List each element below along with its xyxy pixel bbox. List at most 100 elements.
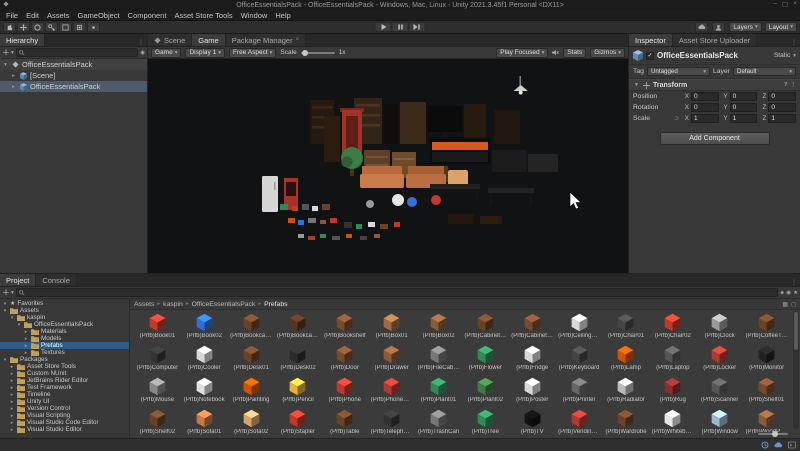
close-button[interactable]: × [793, 0, 797, 8]
display-target-dropdown[interactable]: Game ▾ [151, 47, 182, 58]
tab-package-manager[interactable]: Package Manager × [225, 34, 307, 46]
game-viewport[interactable] [148, 54, 628, 278]
asset-grid-item[interactable]: (Prfb)Box02 [415, 312, 462, 342]
asset-grid-item[interactable]: (Prfb)VendingMachine [556, 408, 603, 438]
pause-button[interactable] [391, 22, 409, 32]
position-y-field[interactable]: 0 [729, 92, 758, 101]
project-tree-item[interactable]: ▸ Version Control [0, 405, 129, 412]
mute-audio-icon[interactable] [552, 49, 560, 56]
asset-grid-item[interactable]: (Prfb)TrashCan [415, 408, 462, 438]
play-focused-dropdown[interactable]: Play Focused ▾ [496, 47, 549, 58]
foldout-arrow-icon[interactable]: ▾ [2, 308, 8, 314]
foldout-arrow-icon[interactable]: ▸ [9, 385, 15, 391]
panel-menu-icon[interactable]: ⋮ [788, 279, 800, 286]
asset-grid-item[interactable]: (Prfb)PhoneBooth [368, 376, 415, 406]
hand-tool-button[interactable] [3, 22, 16, 32]
search-by-type-icon[interactable]: ◈ [780, 290, 784, 296]
asset-grid-item[interactable]: (Prfb)Cabinet01 [462, 312, 509, 342]
foldout-arrow-icon[interactable]: ▸ [9, 364, 15, 370]
move-tool-button[interactable] [17, 22, 30, 32]
asset-grid-item[interactable]: (Prfb)Scanner [696, 376, 743, 406]
asset-grid-item[interactable]: (Prfb)Computer [134, 344, 181, 374]
project-tree-item[interactable]: ▸ Materials [0, 328, 129, 335]
asset-grid-item[interactable]: (Prfb)Door [321, 344, 368, 374]
scale-x-field[interactable]: 1 [691, 114, 719, 123]
gameobject-name-field[interactable]: OfficeEssentialsPack [657, 51, 771, 60]
menu-item-file[interactable]: File [2, 11, 22, 20]
asset-grid-item[interactable]: (Prfb)Radiator [603, 376, 650, 406]
thumbnail-zoom-slider[interactable] [756, 431, 790, 437]
asset-grid-item[interactable]: (Prfb)Pencil [275, 376, 322, 406]
project-search-input[interactable] [15, 288, 779, 297]
foldout-arrow-icon[interactable]: ▸ [23, 329, 29, 335]
asset-grid-item[interactable]: (Prfb)Rug [649, 376, 696, 406]
breadcrumb-item[interactable]: kaspin [163, 301, 183, 308]
close-icon[interactable]: × [296, 37, 300, 43]
transform-tool-button[interactable] [73, 22, 86, 32]
menu-item-component[interactable]: Component [124, 11, 171, 20]
asset-grid-item[interactable]: (Prfb)Window [696, 408, 743, 438]
aspect-dropdown[interactable]: Free Aspect ▾ [228, 47, 277, 58]
asset-grid-item[interactable]: (Prfb)Table [321, 408, 368, 438]
position-z-field[interactable]: 0 [768, 92, 797, 101]
rect-tool-button[interactable] [59, 22, 72, 32]
foldout-arrow-icon[interactable]: ▾ [2, 62, 9, 68]
tab-hierarchy[interactable]: Hierarchy [0, 34, 46, 46]
asset-grid-item[interactable]: (Prfb)CeilingLamp [556, 312, 603, 342]
transform-component-header[interactable]: ▾ Transform ? ⋮ [629, 79, 800, 91]
scale-y-field[interactable]: 1 [729, 114, 758, 123]
foldout-arrow-icon[interactable]: ▸ [23, 336, 29, 342]
project-tree-item[interactable]: ▸ JetBrains Rider Editor [0, 377, 129, 384]
asset-grid-item[interactable]: (Prfb)Plant01 [415, 376, 462, 406]
asset-grid-item[interactable]: (Prfb)Book01 [134, 312, 181, 342]
project-tree-item[interactable]: ▾ Assets [0, 307, 129, 314]
asset-grid-item[interactable]: (Prfb)Book02 [181, 312, 228, 342]
gizmos-dropdown[interactable]: Gizmos ▾ [590, 47, 625, 58]
tag-dropdown[interactable]: Untagged ▾ [646, 67, 710, 76]
project-tree-item[interactable]: ▸ Custom NUnit [0, 370, 129, 377]
asset-grid-item[interactable]: (Prfb)Stapler [275, 408, 322, 438]
asset-grid-item[interactable]: (Prfb)Bookcase02 [275, 312, 322, 342]
layout-dropdown[interactable]: Layout ▾ [764, 22, 797, 32]
foldout-arrow-icon[interactable]: ▾ [633, 82, 640, 88]
asset-grid-item[interactable]: (Prfb)FileCabinet [415, 344, 462, 374]
project-tree-item[interactable]: ▸ Timeline [0, 391, 129, 398]
create-button[interactable]: ＋ ▾ [2, 47, 14, 58]
hierarchy-item[interactable]: ▸ OfficeEssentialsPack [0, 81, 147, 92]
project-tree-item[interactable]: ▸ Prefabs [0, 342, 129, 349]
position-x-field[interactable]: 0 [691, 92, 719, 101]
foldout-arrow-icon[interactable]: ▸ [9, 420, 15, 426]
asset-grid-item[interactable]: (Prfb)Tree [462, 408, 509, 438]
tab-console[interactable]: Console [36, 274, 77, 286]
scale-slider-thumb[interactable] [301, 49, 308, 56]
breadcrumb-item[interactable]: OfficeEssentialsPack [192, 301, 256, 308]
tab-game[interactable]: Game [192, 34, 226, 46]
rotate-tool-button[interactable] [31, 22, 44, 32]
static-dropdown[interactable]: ▾ [793, 53, 796, 59]
step-button[interactable] [408, 22, 426, 32]
project-tree-item[interactable]: ▸ Test Framework [0, 384, 129, 391]
layer-dropdown[interactable]: Default ▾ [733, 67, 797, 76]
asset-grid-item[interactable]: (Prfb)Poster [509, 376, 556, 406]
component-menu-icon[interactable]: ⋮ [791, 82, 797, 88]
asset-grid-item[interactable]: (Prfb)Flower [462, 344, 509, 374]
one-column-layout-icon[interactable]: ▦ [782, 301, 788, 308]
menu-item-gameobject[interactable]: GameObject [74, 11, 124, 20]
asset-grid-item[interactable]: (Prfb)Printer [556, 376, 603, 406]
foldout-arrow-icon[interactable]: ▾ [16, 322, 22, 328]
asset-grid-item[interactable]: (Prfb)Laptop [649, 344, 696, 374]
stats-button[interactable]: Stats [563, 47, 587, 58]
menu-item-edit[interactable]: Edit [22, 11, 43, 20]
hierarchy-item[interactable]: ▸ [Scene] [0, 70, 147, 81]
asset-grid-item[interactable]: (Prfb)Whiteboard [649, 408, 696, 438]
add-component-button[interactable]: Add Component [659, 132, 770, 145]
foldout-arrow-icon[interactable]: ▾ [2, 301, 8, 307]
menu-item-asset-store-tools[interactable]: Asset Store Tools [170, 11, 236, 20]
cloud-services-button[interactable] [695, 22, 709, 32]
asset-grid-item[interactable]: (Prfb)TV [509, 408, 556, 438]
foldout-arrow-icon[interactable]: ▸ [10, 84, 17, 90]
asset-grid-item[interactable]: (Prfb)Monitor [743, 344, 790, 374]
tab-project[interactable]: Project [0, 274, 37, 286]
asset-grid-item[interactable]: (Prfb)Drawer [368, 344, 415, 374]
tab-inspector[interactable]: Inspector [629, 34, 673, 46]
